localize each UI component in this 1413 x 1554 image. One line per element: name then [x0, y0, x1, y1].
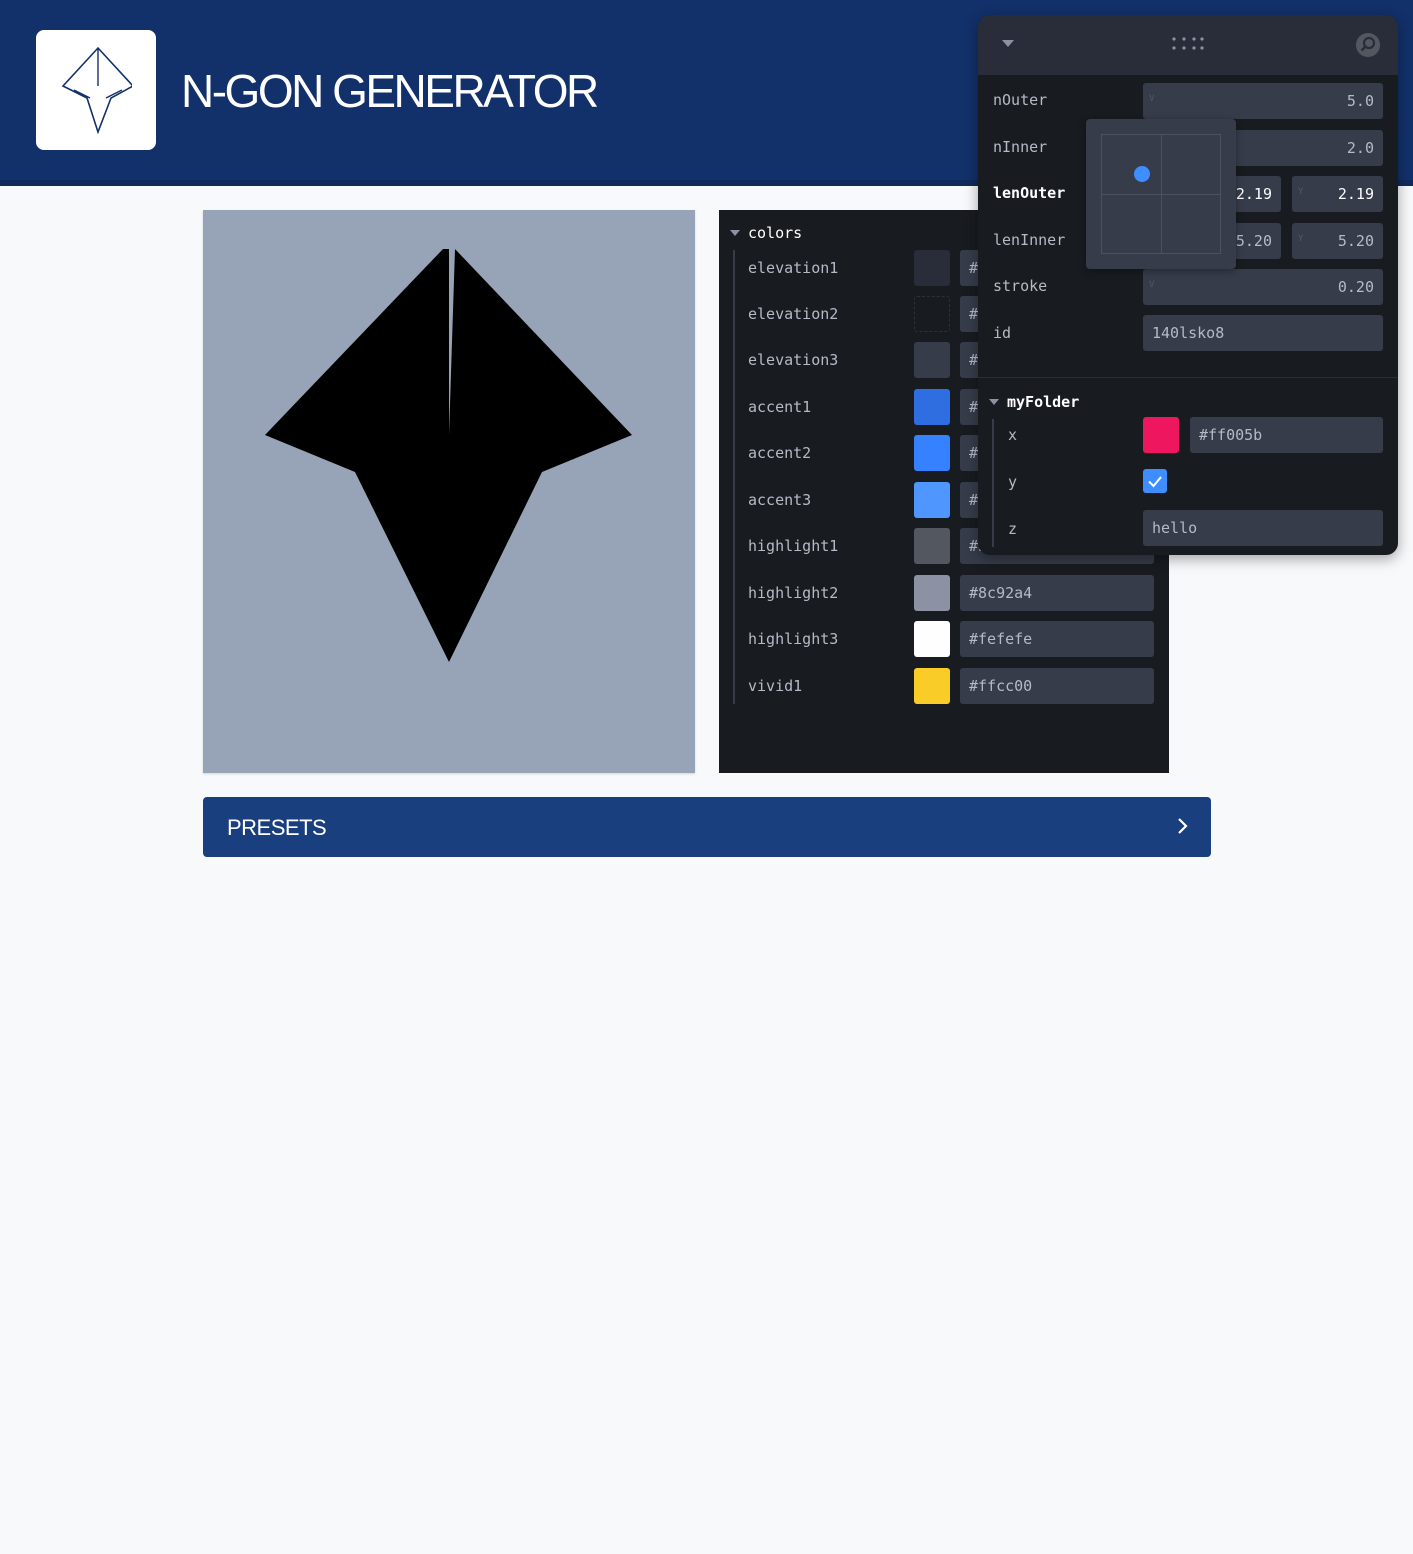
- color-label: elevation2: [748, 305, 839, 323]
- app-title: N-GON GENERATOR: [181, 65, 599, 117]
- stroke-input[interactable]: V 0.20: [1143, 269, 1383, 305]
- x-hex-input[interactable]: #ff005b: [1190, 417, 1383, 453]
- color-swatch[interactable]: [914, 435, 950, 471]
- control-label-nouter: nOuter: [993, 91, 1048, 109]
- x-color-swatch[interactable]: [1143, 417, 1179, 453]
- color-label: elevation1: [748, 259, 839, 277]
- lenouter-y-value: 2.19: [1337, 185, 1374, 203]
- folder-guide-line: [992, 419, 994, 547]
- color-swatch[interactable]: [914, 389, 950, 425]
- color-swatch[interactable]: [914, 250, 950, 286]
- value-tag: V: [1149, 280, 1155, 290]
- ngon-logo-icon: [61, 46, 132, 134]
- control-label-z: z: [1008, 520, 1018, 538]
- color-hex-input[interactable]: #ffcc00: [960, 668, 1154, 704]
- id-value: 140lsko8: [1152, 324, 1225, 342]
- myfolder-title: myFolder: [1007, 393, 1080, 411]
- color-hex-input[interactable]: #8c92a4: [960, 575, 1154, 611]
- nouter-value: 5.0: [1346, 92, 1374, 110]
- app-logo: [36, 30, 156, 150]
- color-label: accent2: [748, 444, 812, 462]
- controls-panel: nOuter V 5.0 nInner 2.0 lenOuter 2.19 Y …: [978, 15, 1398, 555]
- ngon-shape: [265, 249, 632, 662]
- ngon-canvas[interactable]: [203, 210, 695, 773]
- control-label-leninner: lenInner: [993, 231, 1066, 249]
- color-label: elevation3: [748, 351, 839, 369]
- panel-divider: [978, 377, 1398, 378]
- color-hex-input[interactable]: #fefefe: [960, 621, 1154, 657]
- color-label: highlight1: [748, 537, 839, 555]
- control-label-lenouter: lenOuter: [993, 184, 1066, 202]
- color-swatch[interactable]: [914, 482, 950, 518]
- caret-down-icon[interactable]: [1001, 39, 1015, 48]
- colors-folder-header[interactable]: colors: [730, 224, 802, 242]
- presets-bar[interactable]: PRESETS: [203, 797, 1211, 857]
- controls-panel-header: [978, 15, 1398, 75]
- color-swatch[interactable]: [914, 528, 950, 564]
- color-swatch[interactable]: [914, 296, 950, 332]
- control-label-id: id: [993, 324, 1012, 342]
- control-label-y: y: [1008, 473, 1018, 491]
- joystick-pad[interactable]: [1101, 134, 1221, 254]
- presets-label: PRESETS: [227, 815, 327, 840]
- color-label: accent3: [748, 491, 812, 509]
- color-label: highlight3: [748, 630, 839, 648]
- value-tag: V: [1149, 94, 1155, 104]
- value-tag: Y: [1298, 234, 1304, 244]
- color-swatch[interactable]: [914, 342, 950, 378]
- check-icon: [1148, 476, 1162, 488]
- caret-down-icon: [730, 230, 740, 236]
- leninner-y-value: 5.20: [1337, 232, 1374, 250]
- control-label-ninner: nInner: [993, 138, 1048, 156]
- z-value: hello: [1152, 519, 1198, 537]
- myfolder-header[interactable]: myFolder: [989, 393, 1079, 411]
- color-label: vivid1: [748, 677, 803, 695]
- lenouter-x-value: 2.19: [1235, 185, 1272, 203]
- id-input[interactable]: 140lsko8: [1143, 315, 1383, 351]
- joystick-handle[interactable]: [1134, 166, 1150, 182]
- drag-handle-icon[interactable]: [1172, 36, 1204, 52]
- color-swatch[interactable]: [914, 621, 950, 657]
- color-swatch[interactable]: [914, 668, 950, 704]
- color-swatch[interactable]: [914, 575, 950, 611]
- value-tag: Y: [1298, 187, 1304, 197]
- color-label: highlight2: [748, 584, 839, 602]
- joystick-popup[interactable]: [1086, 119, 1236, 269]
- caret-down-icon: [989, 399, 999, 405]
- colors-folder-title: colors: [748, 224, 803, 242]
- nouter-input[interactable]: V 5.0: [1143, 83, 1383, 119]
- joystick-axis-y: [1161, 135, 1162, 253]
- color-row: vivid1 #ffcc00: [748, 668, 1154, 704]
- folder-guide-line: [733, 250, 735, 704]
- chevron-right-icon: [1178, 818, 1188, 834]
- control-label-stroke: stroke: [993, 277, 1048, 295]
- leninner-x-value: 5.20: [1235, 232, 1272, 250]
- stroke-value: 0.20: [1337, 278, 1374, 296]
- leninner-y-input[interactable]: Y 5.20: [1292, 223, 1383, 259]
- search-icon[interactable]: [1355, 32, 1381, 58]
- color-row: highlight2 #8c92a4: [748, 575, 1154, 611]
- control-label-x: x: [1008, 426, 1018, 444]
- y-checkbox[interactable]: [1143, 469, 1167, 493]
- z-text-input[interactable]: hello: [1143, 510, 1383, 546]
- color-row: highlight3 #fefefe: [748, 621, 1154, 657]
- color-label: accent1: [748, 398, 812, 416]
- ninner-value: 2.0: [1346, 139, 1374, 157]
- lenouter-y-input[interactable]: Y 2.19: [1292, 176, 1383, 212]
- x-hex-value: #ff005b: [1199, 426, 1263, 444]
